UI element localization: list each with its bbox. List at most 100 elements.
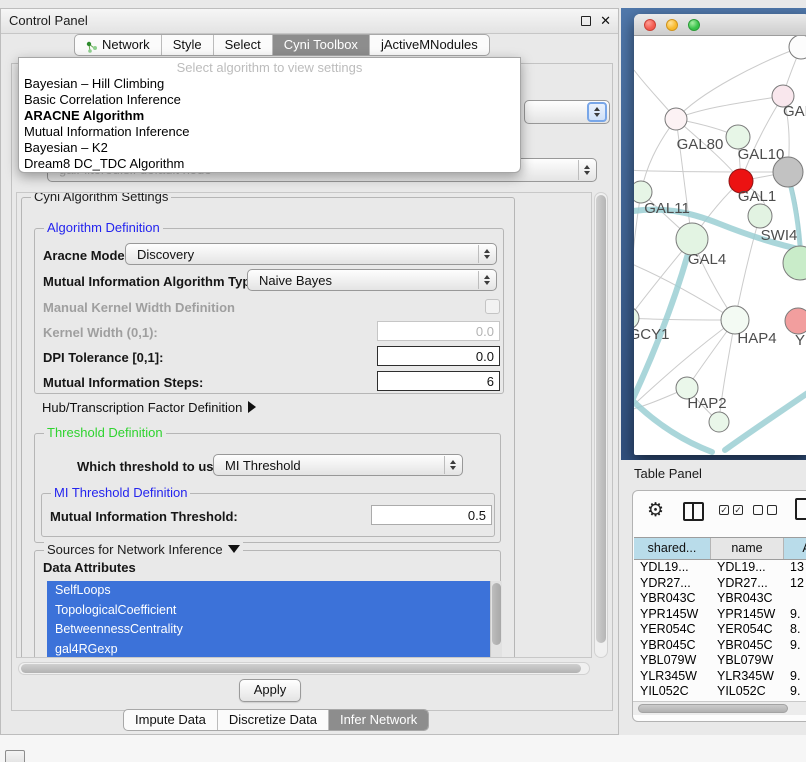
- dpi-tolerance-field[interactable]: 0.0: [377, 346, 500, 366]
- network-node-label: Y: [795, 332, 805, 349]
- scrollbar-thumb[interactable]: [596, 195, 606, 643]
- table-row[interactable]: YLR345WYLR345W9.: [634, 669, 806, 685]
- mi-algorithm-type-combobox[interactable]: Naive Bayes: [247, 269, 497, 291]
- tab-cyni-toolbox-label: Cyni Toolbox: [284, 35, 358, 55]
- kernel-width-field[interactable]: 0.0: [377, 321, 500, 341]
- network-node[interactable]: [748, 204, 772, 228]
- table-row[interactable]: YBR045CYBR045C9.: [634, 638, 806, 654]
- attribute-list-scrollbar[interactable]: [490, 581, 502, 658]
- table-row[interactable]: YIL052CYIL052C9.: [634, 684, 806, 700]
- table-cell: YDR27...: [711, 576, 784, 592]
- table-cell: YDR27...: [634, 576, 711, 592]
- tab-infer-network-label: Infer Network: [340, 710, 417, 730]
- network-window-titlebar[interactable]: [634, 14, 806, 36]
- aracne-mode-value: Discovery: [137, 244, 194, 266]
- scrollbar-thumb[interactable]: [638, 704, 788, 713]
- scrollbar-thumb[interactable]: [492, 583, 501, 645]
- kernel-width-label: Kernel Width (0,1):: [43, 325, 158, 340]
- algorithm-option[interactable]: ARACNE Algorithm: [19, 108, 520, 124]
- column-header[interactable]: shared...: [634, 538, 711, 559]
- apply-button[interactable]: Apply: [239, 679, 301, 702]
- tab-infer-network[interactable]: Infer Network: [328, 710, 428, 730]
- settings-vertical-scrollbar[interactable]: [594, 192, 608, 658]
- close-traffic-light-icon[interactable]: [644, 19, 656, 31]
- mi-algorithm-type-label: Mutual Information Algorithm Type:: [43, 274, 262, 289]
- network-node-label: GAL11: [644, 200, 690, 217]
- mi-algorithm-type-value: Naive Bayes: [259, 270, 332, 292]
- which-threshold-combobox[interactable]: MI Threshold: [213, 454, 463, 476]
- column-header[interactable]: name: [711, 538, 784, 559]
- tab-select[interactable]: Select: [213, 35, 272, 55]
- table-row[interactable]: YDL19...YDL19...13: [634, 560, 806, 576]
- tab-jactivemnodules[interactable]: jActiveMNodules: [369, 35, 489, 55]
- table-row[interactable]: YDR27...YDR27...12: [634, 576, 806, 592]
- tab-discretize-data[interactable]: Discretize Data: [217, 710, 328, 730]
- hub-definition-disclosure[interactable]: Hub/Transcription Factor Definition: [42, 400, 256, 415]
- zoom-traffic-light-icon[interactable]: [688, 19, 700, 31]
- algorithm-option[interactable]: Dream8 DC_TDC Algorithm: [19, 156, 520, 172]
- table-cell: YDL19...: [711, 560, 784, 576]
- algorithm-option[interactable]: Basic Correlation Inference: [19, 92, 520, 108]
- table-row[interactable]: YBR043CYBR043C: [634, 591, 806, 607]
- attribute-list-item[interactable]: gal4RGexp: [47, 640, 502, 659]
- cyni-algorithm-settings-title: Cyni Algorithm Settings: [31, 192, 171, 204]
- table-cell: YIL052C: [711, 684, 784, 700]
- settings-horizontal-scrollbar[interactable]: [18, 662, 590, 675]
- sources-title[interactable]: Sources for Network Inference: [44, 542, 243, 557]
- table-cell: 9.: [784, 607, 806, 623]
- mi-threshold-field[interactable]: 0.5: [371, 505, 492, 525]
- tab-cyni-toolbox[interactable]: Cyni Toolbox: [272, 35, 369, 55]
- table-cell: YBR043C: [634, 591, 711, 607]
- algorithm-option[interactable]: Mutual Information Inference: [19, 124, 520, 140]
- network-canvas[interactable]: GAL2GAL80GAL10GAL1SWI4GAL11GAL4GCY1HAP4Y…: [634, 36, 806, 455]
- table-cell: YER054C: [711, 622, 784, 638]
- export-table-icon[interactable]: [795, 498, 806, 520]
- mi-steps-field[interactable]: 6: [377, 371, 500, 391]
- network-node-label: GAL4: [688, 251, 726, 268]
- data-attributes-label: Data Attributes: [43, 560, 136, 575]
- tab-style[interactable]: Style: [161, 35, 213, 55]
- table-horizontal-scrollbar[interactable]: [633, 701, 806, 715]
- network-node[interactable]: [709, 412, 729, 432]
- aracne-mode-combobox[interactable]: Discovery: [125, 243, 497, 265]
- network-node[interactable]: [665, 108, 687, 130]
- network-view-window[interactable]: GAL2GAL80GAL10GAL1SWI4GAL11GAL4GCY1HAP4Y…: [634, 14, 806, 455]
- select-all-columns-icon[interactable]: ✓✓: [719, 505, 743, 515]
- inference-algorithm-combobox[interactable]: [524, 100, 610, 124]
- attribute-list-item[interactable]: SelfLoops: [47, 581, 502, 601]
- data-attributes-list[interactable]: SelfLoopsTopologicalCoefficientBetweenne…: [47, 581, 502, 658]
- scrollbar-thumb[interactable]: [21, 664, 581, 673]
- table-cell: YBR043C: [711, 591, 784, 607]
- table-row[interactable]: YBL079WYBL079W: [634, 653, 806, 669]
- table-cell: YLR345W: [711, 669, 784, 685]
- attribute-list-item[interactable]: BetweennessCentrality: [47, 620, 502, 640]
- deselect-all-columns-icon[interactable]: [753, 505, 777, 515]
- network-node[interactable]: [785, 308, 806, 334]
- settings-scroll-viewport: Cyni Algorithm Settings Algorithm Defini…: [16, 192, 592, 658]
- table-row[interactable]: YER054CYER054C8.: [634, 622, 806, 638]
- gear-icon[interactable]: ⚙: [647, 499, 664, 522]
- table-cell: 9.: [784, 638, 806, 654]
- tab-impute-data[interactable]: Impute Data: [124, 710, 217, 730]
- close-panel-icon[interactable]: ✕: [600, 12, 611, 30]
- threshold-definition-group: Threshold Definition Which threshold to …: [34, 433, 501, 543]
- algorithm-option[interactable]: Bayesian – Hill Climbing: [19, 76, 520, 92]
- manual-kernel-width-checkbox[interactable]: [485, 299, 500, 314]
- network-node[interactable]: [773, 157, 803, 187]
- tab-network[interactable]: Network: [75, 35, 161, 55]
- minimized-panel-icon[interactable]: [5, 750, 25, 762]
- combobox-stepper-icon: [444, 456, 461, 474]
- network-node[interactable]: [783, 246, 806, 280]
- algorithm-option[interactable]: Bayesian – K2: [19, 140, 520, 156]
- float-window-icon[interactable]: [581, 16, 591, 26]
- minimize-traffic-light-icon[interactable]: [666, 19, 678, 31]
- split-columns-icon[interactable]: [683, 502, 704, 521]
- node-table[interactable]: shared...nameAYDL19...YDL19...13YDR27...…: [634, 537, 806, 700]
- table-row[interactable]: YPR145WYPR145W9.: [634, 607, 806, 623]
- tab-style-label: Style: [173, 35, 202, 55]
- attribute-list-item[interactable]: TopologicalCoefficient: [47, 601, 502, 621]
- expand-right-icon: [248, 401, 256, 413]
- tab-network-label: Network: [102, 35, 150, 55]
- network-node[interactable]: [789, 36, 806, 59]
- column-header[interactable]: A: [784, 538, 806, 559]
